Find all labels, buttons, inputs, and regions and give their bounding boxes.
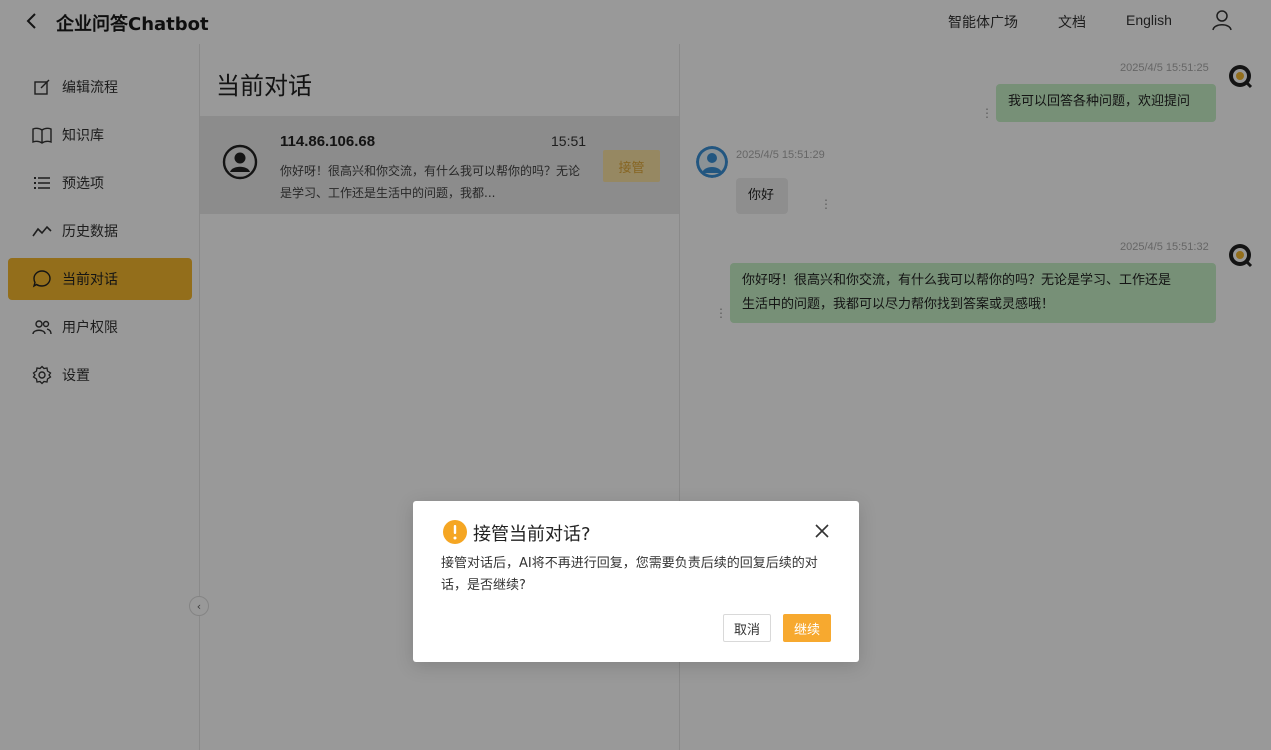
takeover-confirm-dialog: 接管当前对话? 接管对话后，AI将不再进行回复，您需要负责后续的回复后续的对话，…: [413, 501, 859, 662]
cancel-button[interactable]: 取消: [723, 614, 771, 642]
close-icon: [815, 524, 829, 538]
warning-icon: [443, 520, 467, 544]
dialog-message: 接管对话后，AI将不再进行回复，您需要负责后续的回复后续的对话，是否继续?: [441, 556, 818, 593]
continue-button[interactable]: 继续: [783, 614, 831, 642]
dialog-title: 接管当前对话?: [473, 524, 591, 545]
dialog-close-button[interactable]: [813, 522, 831, 540]
